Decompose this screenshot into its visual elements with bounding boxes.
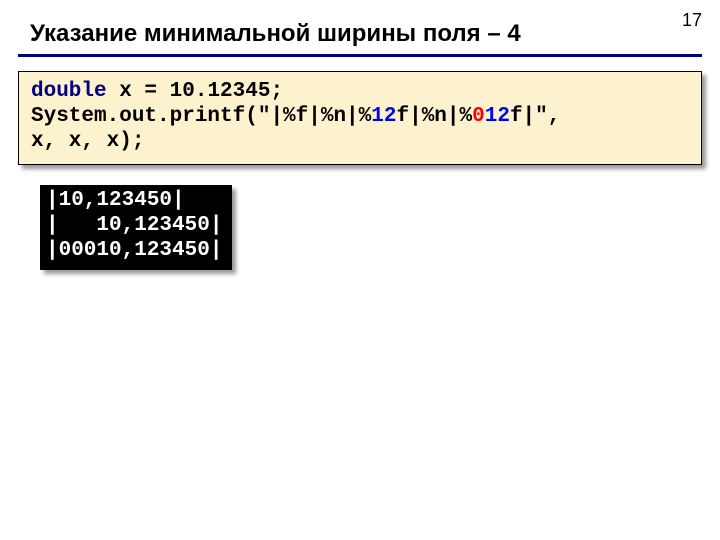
code-text: f|",: [510, 105, 560, 128]
console-output: |10,123450| | 10,123450| |00010,123450|: [40, 185, 232, 269]
code-text: f|%n|%: [396, 105, 472, 128]
page-number: 17: [682, 10, 702, 31]
code-block: double x = 10.12345; System.out.printf("…: [18, 71, 702, 165]
keyword-double: double: [31, 80, 107, 103]
slide-title: Указание минимальной ширины поля – 4: [0, 0, 720, 54]
code-text: x = 10.12345;: [107, 80, 283, 103]
output-line: |00010,123450|: [46, 239, 222, 262]
format-flag-0: 0: [472, 105, 485, 128]
code-text: x, x, x);: [31, 130, 144, 153]
format-width-12b: 12: [485, 105, 510, 128]
output-line: |10,123450|: [46, 189, 185, 212]
title-underline: [18, 54, 702, 57]
output-line: | 10,123450|: [46, 214, 222, 237]
code-text: System.out.printf("|%f|%n|%: [31, 105, 371, 128]
format-width-12: 12: [371, 105, 396, 128]
